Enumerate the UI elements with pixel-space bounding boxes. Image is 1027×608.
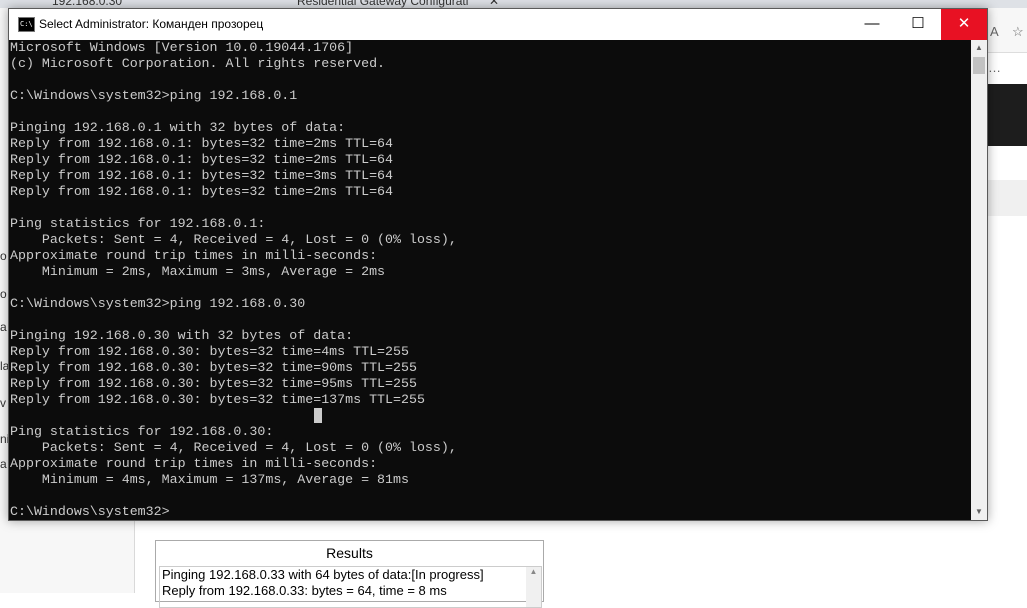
console-line: Minimum = 4ms, Maximum = 137ms, Average … (10, 472, 409, 487)
command-prompt-window[interactable]: C:\ Select Administrator: Команден прозо… (8, 8, 988, 521)
maximize-button[interactable]: ☐ (895, 9, 941, 40)
title-bar[interactable]: C:\ Select Administrator: Команден прозо… (9, 9, 987, 40)
close-button[interactable]: ✕ (941, 9, 987, 40)
console-line: Approximate round trip times in milli-se… (10, 248, 378, 263)
console-line: (c) Microsoft Corporation. All rights re… (10, 56, 386, 71)
console-output[interactable]: Microsoft Windows [Version 10.0.19044.17… (9, 40, 971, 520)
console-line: Minimum = 2ms, Maximum = 3ms, Average = … (10, 264, 386, 279)
favorites-icon[interactable]: ☆ (1012, 24, 1024, 40)
browser-tab-strip: 192.168.0.30 Residential Gateway Configu… (0, 0, 1027, 8)
minimize-icon: — (864, 15, 880, 32)
page-header-band (986, 180, 1027, 216)
results-scrollbar[interactable]: ▲ (526, 567, 541, 607)
maximize-icon: ☐ (911, 15, 925, 32)
cmd-app-icon[interactable]: C:\ (18, 17, 35, 32)
nav-fragment: a (0, 320, 7, 334)
console-line: Ping statistics for 192.168.0.30: (10, 424, 274, 439)
tab-close-icon[interactable]: ✕ (489, 0, 499, 8)
scroll-down-arrow-icon[interactable]: ▼ (971, 504, 987, 520)
results-textarea[interactable]: Pinging 192.168.0.33 with 64 bytes of da… (159, 566, 542, 608)
console-line: Reply from 192.168.0.30: bytes=32 time=1… (10, 392, 425, 407)
text-cursor (314, 408, 322, 423)
nav-fragment: o (0, 287, 7, 301)
close-icon: ✕ (957, 15, 971, 32)
nav-fragment: o (0, 249, 7, 263)
console-line: Reply from 192.168.0.30: bytes=32 time=9… (10, 376, 417, 391)
more-menu-icon[interactable]: … (988, 60, 1001, 75)
console-line: Reply from 192.168.0.30: bytes=32 time=4… (10, 344, 409, 359)
scroll-thumb[interactable] (973, 57, 985, 74)
console-line: Packets: Sent = 4, Received = 4, Lost = … (10, 440, 457, 455)
read-aloud-icon[interactable]: A (990, 24, 999, 39)
console-line: Pinging 192.168.0.30 with 32 bytes of da… (10, 328, 354, 343)
console-line: Reply from 192.168.0.1: bytes=32 time=3m… (10, 168, 394, 183)
console-line: Packets: Sent = 4, Received = 4, Lost = … (10, 232, 457, 247)
console-line: Reply from 192.168.0.1: bytes=32 time=2m… (10, 136, 394, 151)
browser-tab-2[interactable]: Residential Gateway Configurati (297, 0, 482, 8)
console-line: Ping statistics for 192.168.0.1: (10, 216, 266, 231)
window-title: Select Administrator: Команден прозорец (39, 17, 264, 31)
results-line: Pinging 192.168.0.33 with 64 bytes of da… (162, 567, 484, 582)
console-line: C:\Windows\system32> (10, 504, 170, 519)
nav-fragment: v (0, 396, 6, 410)
nav-fragment: a (0, 457, 7, 471)
console-line: Approximate round trip times in milli-se… (10, 456, 378, 471)
console-line: C:\Windows\system32>ping 192.168.0.1 (10, 88, 298, 103)
console-line: Reply from 192.168.0.1: bytes=32 time=2m… (10, 184, 394, 199)
console-line: Reply from 192.168.0.1: bytes=32 time=2m… (10, 152, 394, 167)
console-line: Reply from 192.168.0.30: bytes=32 time=9… (10, 360, 417, 375)
vertical-scrollbar[interactable]: ▲ ▼ (971, 40, 987, 520)
page-banner (986, 84, 1027, 146)
scroll-up-arrow-icon[interactable]: ▲ (971, 40, 987, 56)
console-line: Microsoft Windows [Version 10.0.19044.17… (10, 40, 354, 55)
browser-tab-1[interactable]: 192.168.0.30 (52, 0, 142, 8)
console-line: C:\Windows\system32>ping 192.168.0.30 (10, 296, 306, 311)
results-title: Results (326, 545, 373, 561)
results-line: Reply from 192.168.0.33: bytes = 64, tim… (162, 583, 447, 598)
minimize-button[interactable]: — (849, 9, 895, 40)
console-line: Pinging 192.168.0.1 with 32 bytes of dat… (10, 120, 346, 135)
